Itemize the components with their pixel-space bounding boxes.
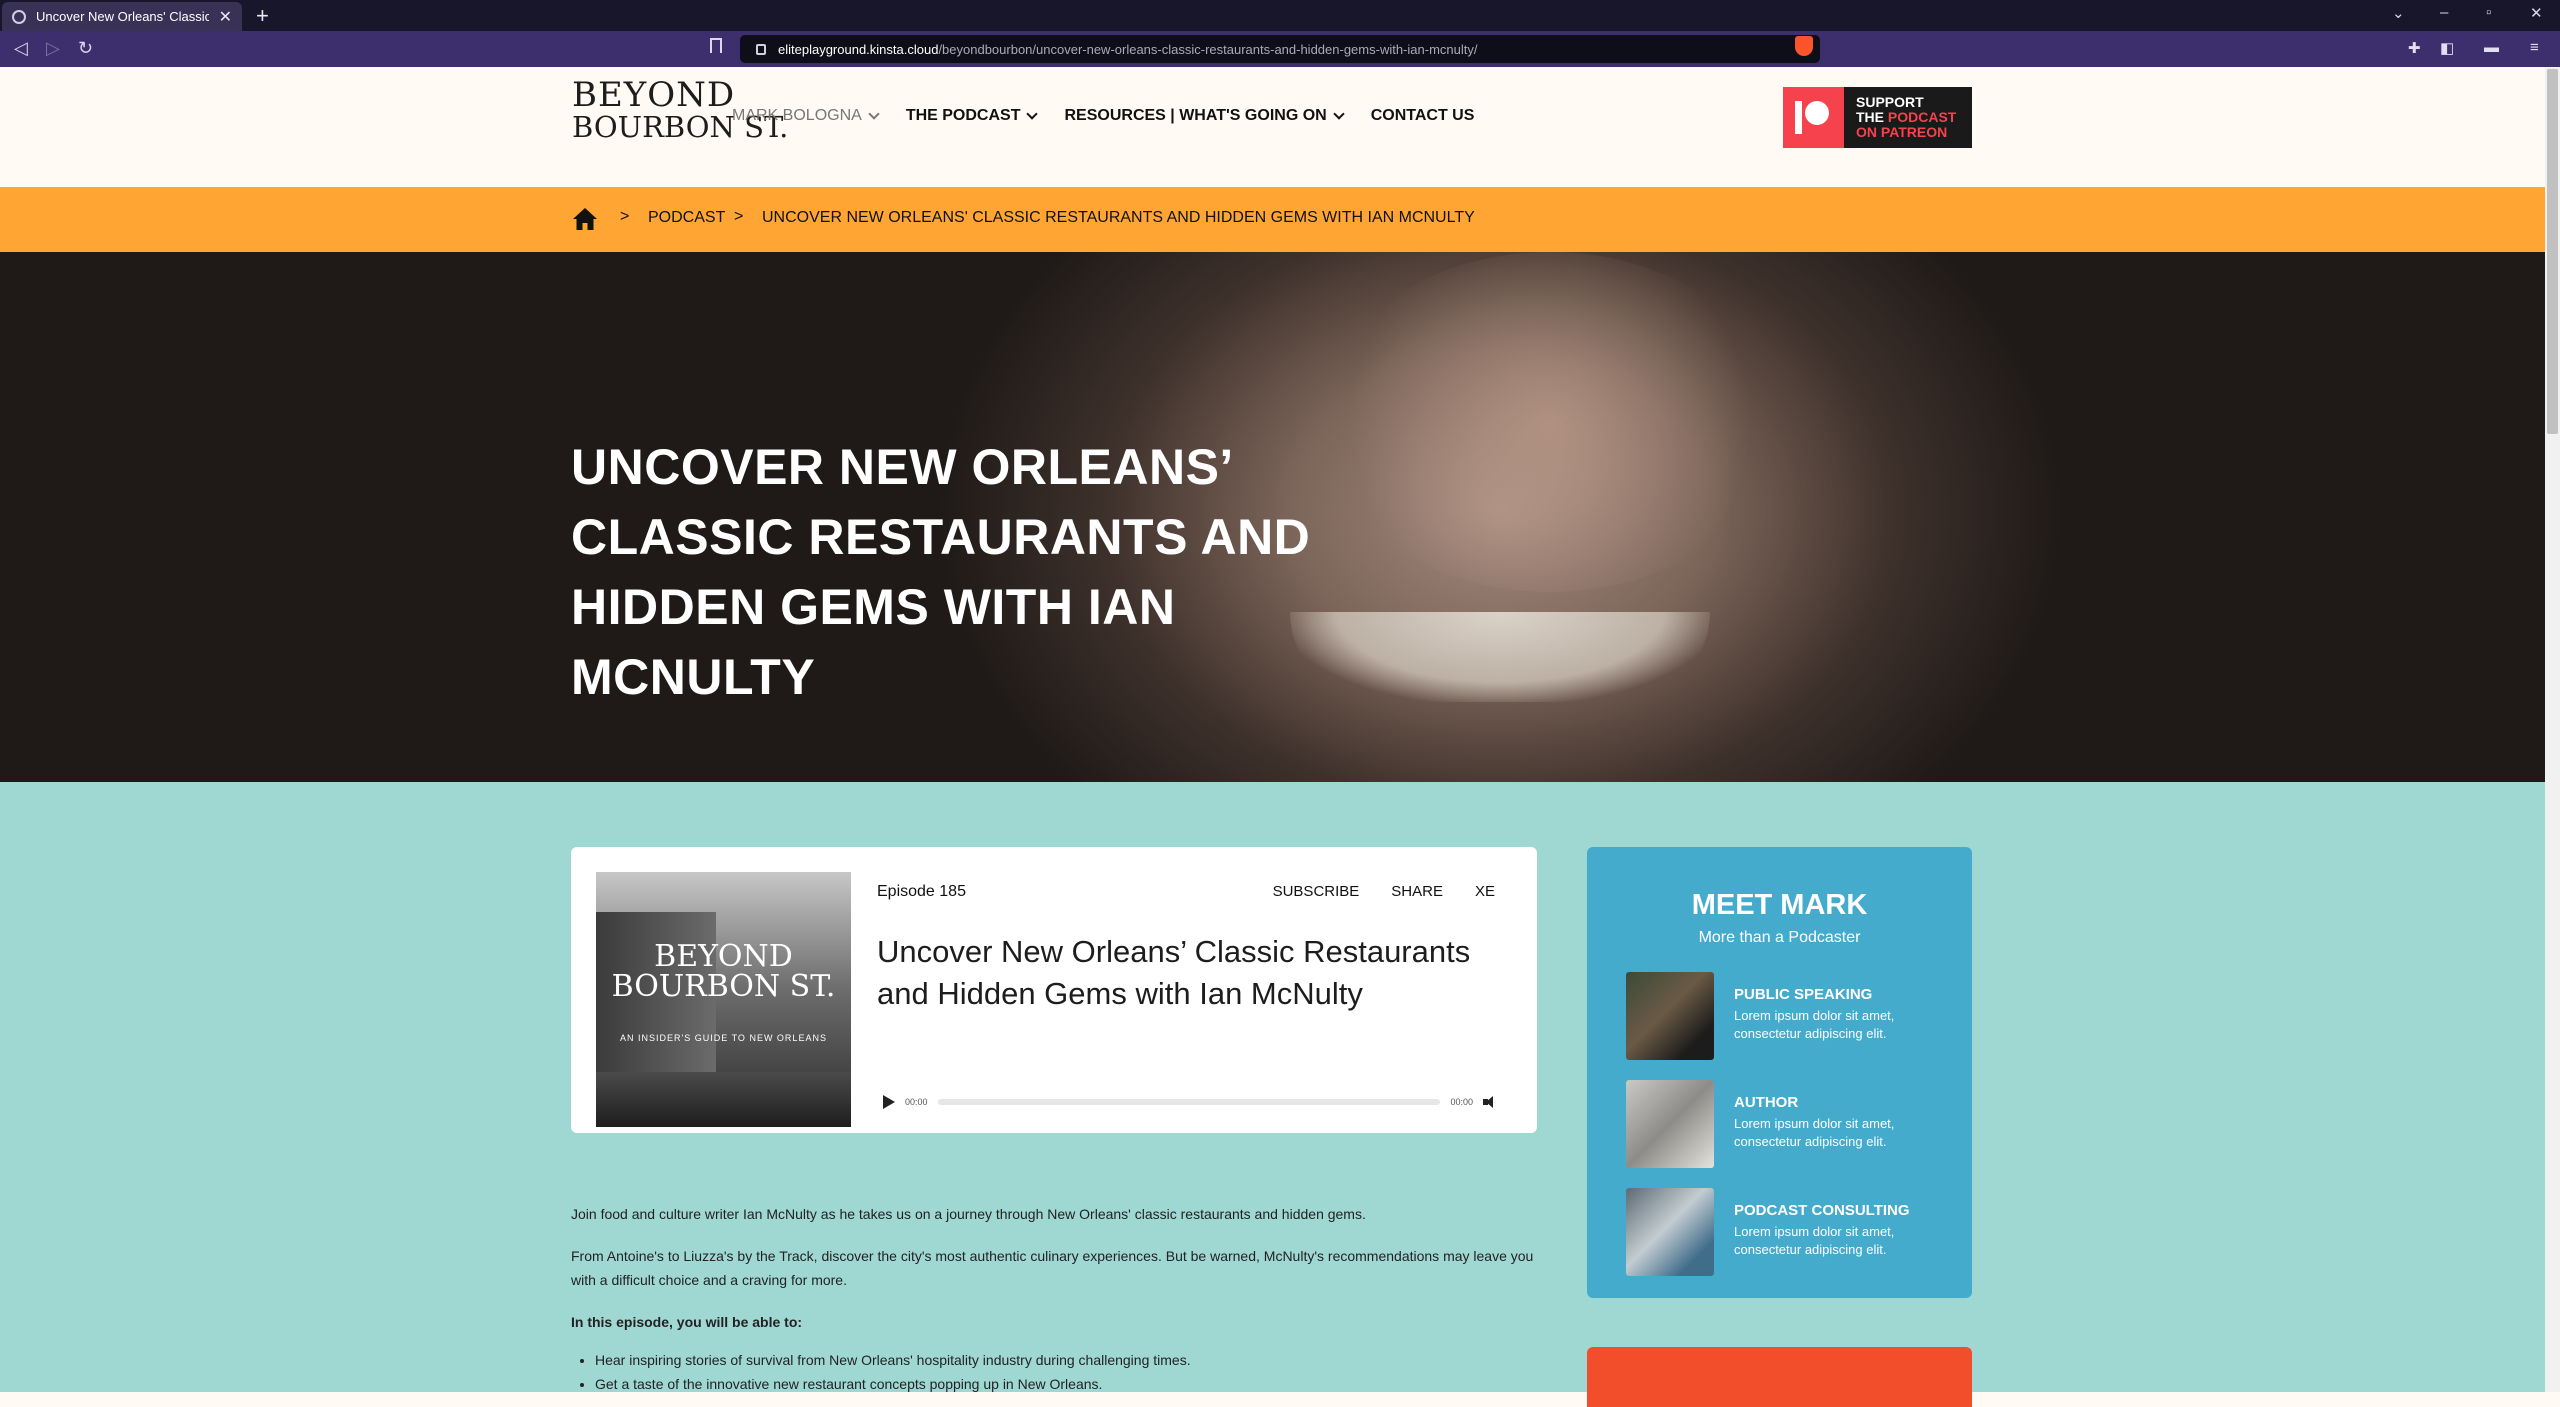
home-icon[interactable] [572,207,598,231]
volume-icon[interactable] [1483,1096,1497,1108]
nav-mark-bologna[interactable]: MARK BOLOGNA [732,107,880,125]
episode-number: Episode 185 [877,883,966,900]
service-heading: PUBLIC SPEAKING [1734,986,1873,1003]
share-button[interactable]: SHARE [1391,883,1443,900]
site-favicon-icon [12,9,26,24]
meet-mark-card: MEET MARK More than a Podcaster PUBLIC S… [1587,847,1972,1298]
service-author[interactable]: AUTHOR Lorem ipsum dolor sit amet, conse… [1626,1080,1946,1168]
service-text: Lorem ipsum dolor sit amet, consectetur … [1734,1116,1895,1149]
patreon-line-2a: THE [1856,109,1888,125]
xe-button[interactable]: XE [1475,883,1495,900]
bookmark-icon[interactable] [710,38,722,53]
scrollbar-thumb[interactable] [2547,69,2558,434]
nav-label: MARK BOLOGNA [732,107,862,124]
nav-label: CONTACT US [1370,107,1475,124]
address-bar[interactable]: eliteplayground.kinsta.cloud /beyondbour… [740,35,1820,63]
menu-icon[interactable]: ≡ [2530,39,2539,56]
takeaways-list: Hear inspiring stories of survival from … [571,1348,1541,1396]
episode-description: Join food and culture writer Ian McNulty… [571,1202,1541,1396]
minimize-icon[interactable]: – [2440,4,2448,21]
subscribe-button[interactable]: SUBSCRIBE [1273,883,1360,900]
description-paragraph: From Antoine's to Liuzza's by the Track,… [571,1248,1534,1288]
browser-tab-bar: Uncover New Orleans' Classic Re ✕ + ⌄ – … [0,0,2560,31]
service-text: Lorem ipsum dolor sit amet, consectetur … [1734,1224,1895,1257]
tab-close-icon[interactable]: ✕ [219,7,232,27]
brave-shield-icon[interactable] [1795,36,1813,56]
service-text: Lorem ipsum dolor sit amet, consectetur … [1734,1008,1895,1041]
wallet-icon[interactable]: ▬ [2484,39,2499,56]
cover-title: BEYOND BOURBON ST. [596,942,851,1002]
podcast-consulting-image [1626,1188,1714,1276]
new-tab-button[interactable]: + [256,3,269,29]
play-icon[interactable] [883,1095,895,1109]
patreon-text: SUPPORT THE PODCAST ON PATREON [1844,95,1956,140]
cover-title-line-2: BOURBON ST. [611,969,836,1004]
nav-label: RESOURCES | WHAT'S GOING ON [1064,107,1327,124]
episode-actions: SUBSCRIBE SHARE XE [1273,883,1495,900]
nav-resources[interactable]: RESOURCES | WHAT'S GOING ON [1064,107,1345,125]
episode-cover-image: BEYOND BOURBON ST. AN INSIDER'S GUIDE TO… [596,872,851,1127]
site-header: BEYOND BOURBON ST. MARK BOLOGNA THE PODC… [0,67,2545,187]
restore-icon[interactable]: ▫ [2486,4,2491,21]
browser-tab[interactable]: Uncover New Orleans' Classic Re ✕ [2,2,242,31]
nav-the-podcast[interactable]: THE PODCAST [905,107,1039,125]
author-image [1626,1080,1714,1168]
sidebar-cta-card [1587,1347,1972,1407]
service-heading: PODCAST CONSULTING [1734,1202,1910,1219]
breadcrumb-podcast[interactable]: PODCAST [648,209,725,227]
sidebar-icon[interactable]: ◧ [2440,39,2454,57]
tab-search-icon[interactable]: ⌄ [2392,4,2405,22]
chevron-down-icon [868,107,880,120]
patreon-support-button[interactable]: SUPPORT THE PODCAST ON PATREON [1783,87,1972,148]
nav-label: THE PODCAST [905,107,1021,124]
description-paragraph: Join food and culture writer Ian McNulty… [571,1206,1366,1222]
seek-bar[interactable] [937,1099,1441,1105]
patreon-line-3: ON PATREON [1856,124,1948,140]
page-title: UNCOVER NEW ORLEANS’ CLASSIC RESTAURANTS… [571,439,1311,705]
reload-icon[interactable]: ↻ [78,39,93,57]
cover-subtitle: AN INSIDER'S GUIDE TO NEW ORLEANS [620,1033,827,1043]
duration: 00:00 [1450,1097,1473,1107]
chevron-down-icon [1026,107,1039,120]
patreon-line-2b: PODCAST [1887,109,1957,125]
hero-banner: UNCOVER NEW ORLEANS’ CLASSIC RESTAURANTS… [0,252,2545,782]
episode-player-card: BEYOND BOURBON ST. AN INSIDER'S GUIDE TO… [571,847,1537,1133]
service-podcast-consulting[interactable]: PODCAST CONSULTING Lorem ipsum dolor sit… [1626,1188,1946,1276]
hero-photo-highlight [1320,252,1780,592]
main-content: BEYOND BOURBON ST. AN INSIDER'S GUIDE TO… [0,782,2545,1407]
patreon-line-1: SUPPORT [1856,94,1924,110]
forward-icon[interactable]: ▷ [46,39,60,57]
episode-title: Uncover New Orleans’ Classic Restaurants… [877,934,1471,1011]
hero-photo-smile [1290,612,1710,702]
service-heading: AUTHOR [1734,1094,1799,1111]
main-nav: MARK BOLOGNA THE PODCAST RESOURCES | WHA… [732,107,1502,125]
extensions-icon[interactable]: ✚ [2408,39,2421,57]
url-path: /beyondbourbon/uncover-new-orleans-class… [938,41,1478,57]
url-host: eliteplayground.kinsta.cloud [778,41,939,57]
breadcrumb-separator: > [620,208,630,225]
close-window-icon[interactable]: ✕ [2530,4,2543,22]
current-time: 00:00 [905,1097,928,1107]
meet-mark-subtitle: More than a Podcaster [1698,929,1861,946]
audio-player: 00:00 00:00 [877,1094,1497,1110]
breadcrumb-separator: > [734,208,744,225]
description-lead: In this episode, you will be able to: [571,1314,803,1330]
patreon-logo-icon [1783,87,1844,148]
list-item: Get a taste of the innovative new restau… [595,1372,1541,1396]
chevron-down-icon [1333,107,1345,120]
public-speaking-image [1626,972,1714,1060]
browser-toolbar: ◁ ▷ ↻ eliteplayground.kinsta.cloud /beyo… [0,31,2560,67]
tab-title: Uncover New Orleans' Classic Re [36,9,209,24]
meet-mark-title: MEET MARK [1691,889,1868,921]
lock-icon [756,43,766,55]
nav-contact-us[interactable]: CONTACT US [1371,107,1475,125]
breadcrumb: > PODCAST > UNCOVER NEW ORLEANS' CLASSIC… [0,187,2545,252]
back-icon[interactable]: ◁ [14,39,28,57]
service-public-speaking[interactable]: PUBLIC SPEAKING Lorem ipsum dolor sit am… [1626,972,1946,1060]
breadcrumb-current: UNCOVER NEW ORLEANS' CLASSIC RESTAURANTS… [762,209,1475,226]
list-item: Hear inspiring stories of survival from … [595,1348,1541,1372]
